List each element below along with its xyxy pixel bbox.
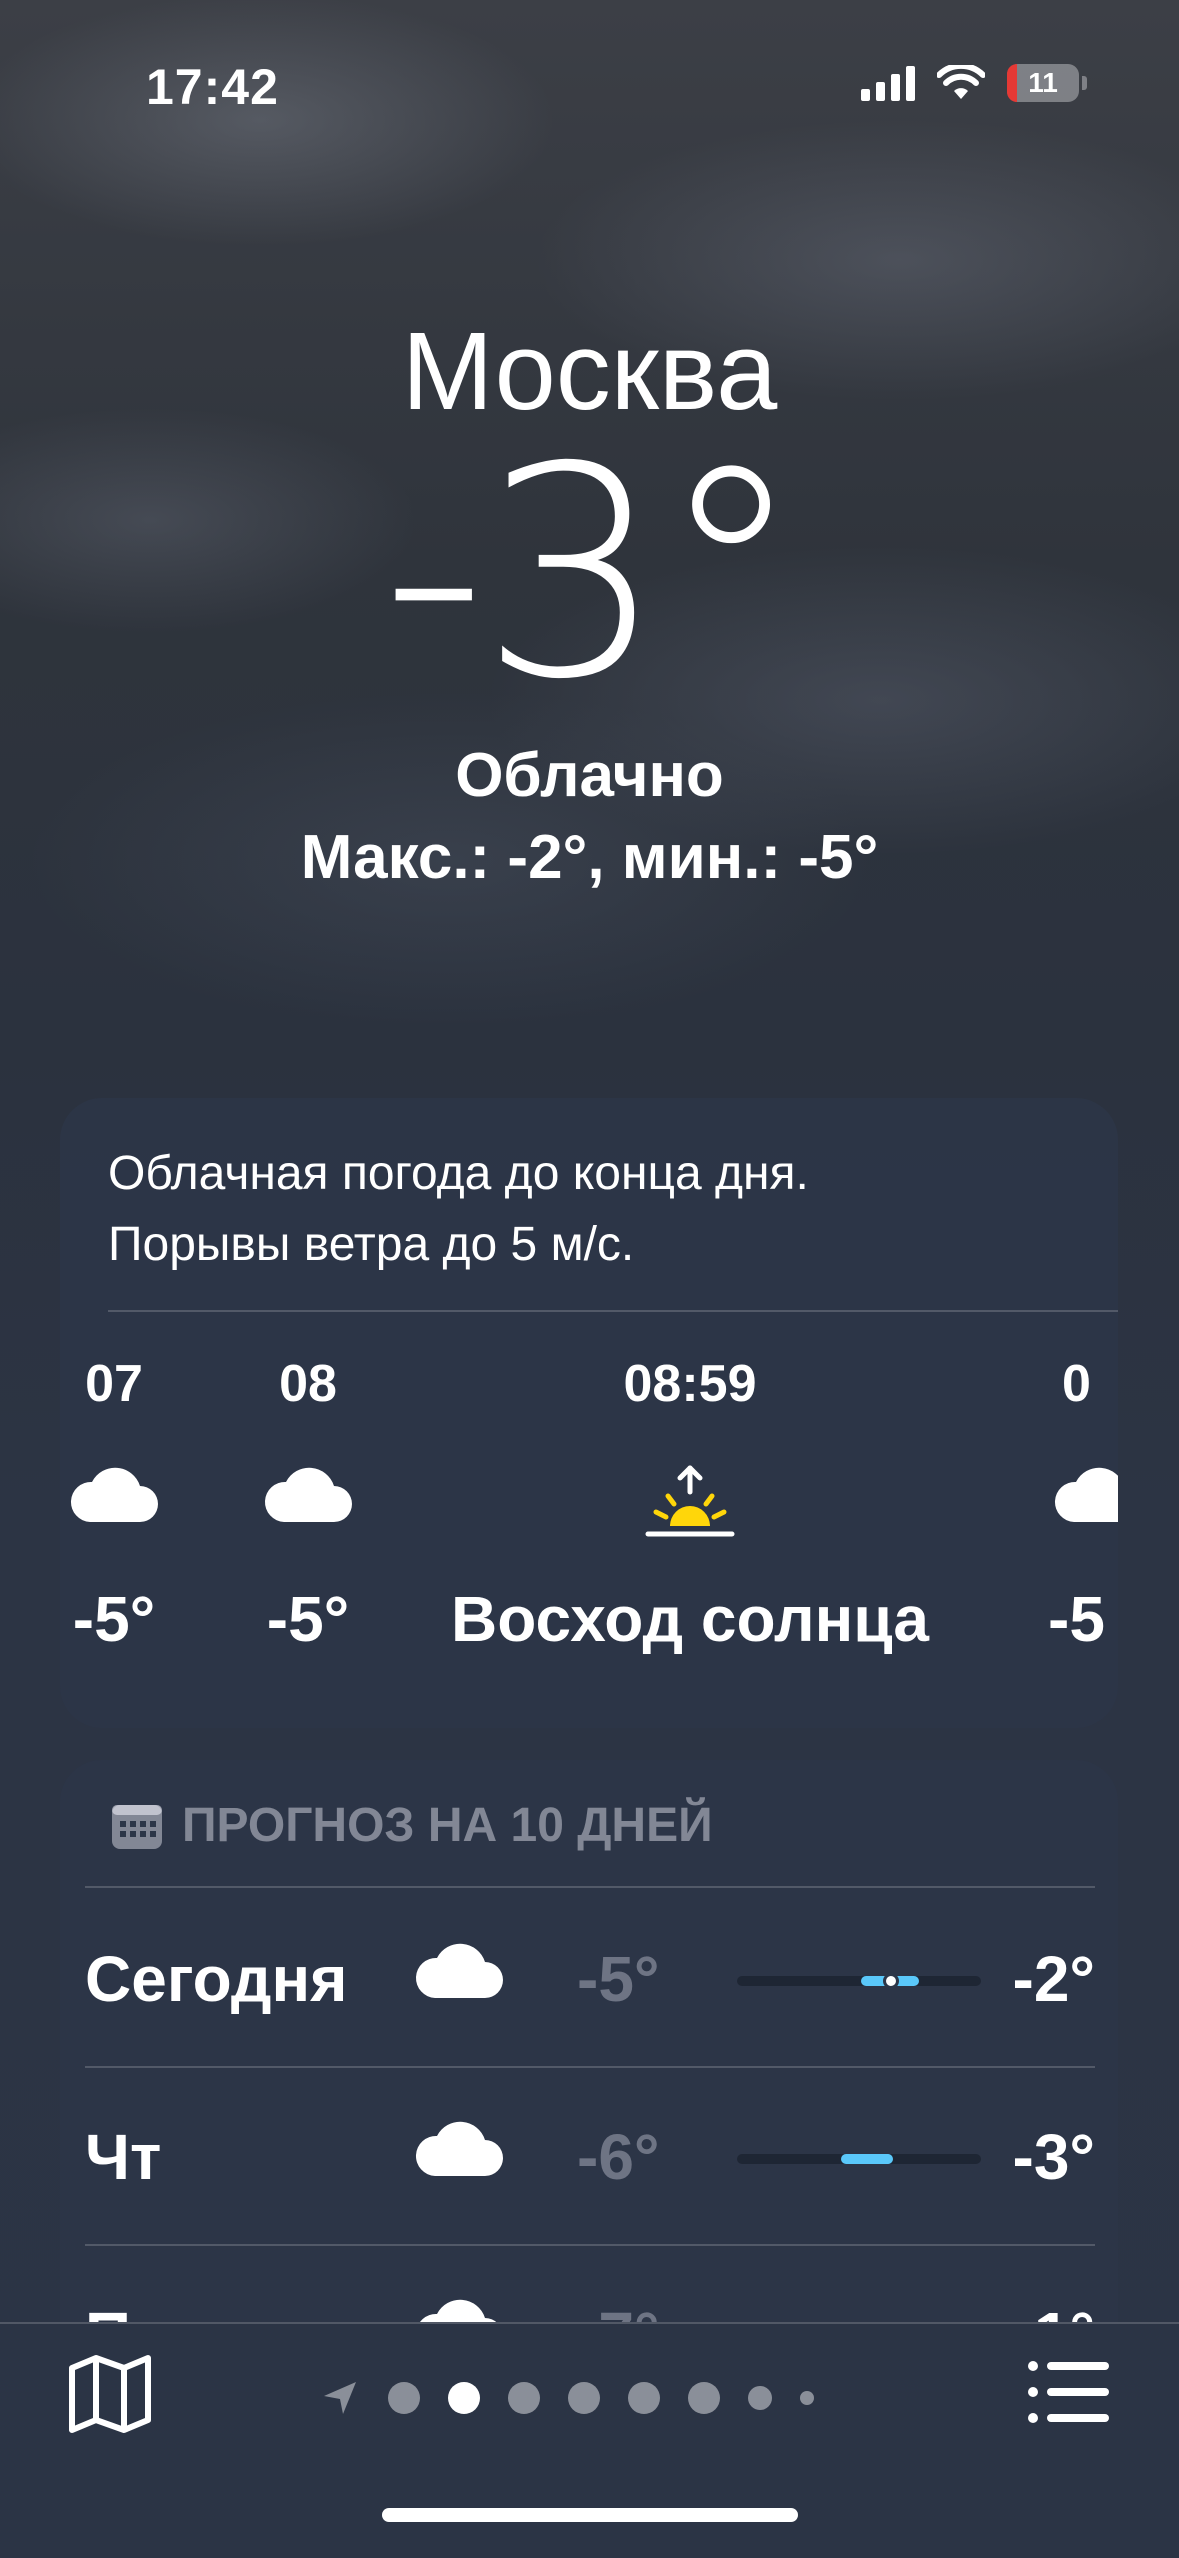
ten-day-header: ПРОГНОЗ НА 10 ДНЕЙ xyxy=(110,1798,713,1853)
day-name: Чт xyxy=(85,2121,162,2193)
page-dot[interactable] xyxy=(628,2382,660,2414)
day-name: Сегодня xyxy=(85,1943,348,2015)
status-icons: 11 xyxy=(861,64,1087,102)
list-icon xyxy=(1028,2361,1109,2423)
divider xyxy=(85,1886,1095,1888)
page-dot[interactable] xyxy=(508,2382,540,2414)
day-row-today[interactable]: Сегодня -5° -2° xyxy=(85,1890,1095,2066)
page-dot[interactable] xyxy=(688,2382,720,2414)
hour-time: 07 xyxy=(85,1355,143,1413)
page-dot[interactable] xyxy=(568,2382,600,2414)
high-temperature: -3° xyxy=(1012,2121,1096,2193)
page-dot[interactable] xyxy=(388,2382,420,2414)
current-condition: Облачно xyxy=(455,741,724,810)
high-low-temperature: Макс.: -2°, мин.: -5° xyxy=(300,823,879,892)
sunrise-time: 08:59 xyxy=(623,1355,757,1413)
summary-line: Порывы ветра до 5 м/с. xyxy=(108,1218,635,1271)
day-row[interactable]: Чт -6° -3° xyxy=(85,2068,1095,2244)
low-temperature: -5° xyxy=(577,1943,660,2015)
cloud-icon xyxy=(70,1467,158,1522)
hour-temperature: -5° xyxy=(72,1583,156,1655)
cellular-signal-icon xyxy=(861,65,915,101)
divider xyxy=(108,1310,1118,1312)
cloud-icon xyxy=(1054,1467,1118,1522)
temperature-range-bar xyxy=(737,1973,981,1989)
status-time: 17:42 xyxy=(146,59,279,115)
page-dot[interactable] xyxy=(748,2386,772,2410)
map-button[interactable] xyxy=(66,2354,154,2439)
page-dot-active[interactable] xyxy=(448,2382,480,2414)
battery-icon: 11 xyxy=(1007,64,1087,102)
battery-level: 11 xyxy=(1028,67,1058,98)
cloud-icon xyxy=(415,1943,503,1998)
page-dot[interactable] xyxy=(800,2391,814,2405)
current-temperature-dot xyxy=(883,1973,899,1989)
low-temperature: -6° xyxy=(577,2121,660,2193)
forecast-summary: Облачная погода до конца дня. Порывы вет… xyxy=(108,1138,809,1280)
summary-line: Облачная погода до конца дня. xyxy=(108,1147,809,1200)
high-temperature: -2° xyxy=(1012,1943,1096,2015)
map-icon xyxy=(69,2355,151,2433)
cloud-icon xyxy=(264,1467,352,1522)
hour-temperature: -5 xyxy=(1048,1583,1105,1655)
hourly-strip[interactable]: 07 -5° 08 -5° 08:59 Восход солнца 0 -5 xyxy=(60,1354,1118,1728)
wifi-icon xyxy=(937,65,985,99)
sunrise-icon xyxy=(645,1465,735,1537)
sunrise-label: Восход солнца xyxy=(451,1583,929,1655)
calendar-icon xyxy=(112,1804,162,1849)
cloud-icon xyxy=(415,2121,503,2176)
bottom-toolbar xyxy=(0,2322,1179,2558)
city-list-button[interactable] xyxy=(1027,2358,1111,2431)
page-indicator[interactable] xyxy=(320,2372,814,2424)
location-arrow-icon xyxy=(324,2382,356,2414)
temperature-range-bar xyxy=(737,2154,981,2164)
hour-time: 08 xyxy=(279,1355,337,1413)
home-indicator[interactable] xyxy=(382,2508,798,2522)
hourly-forecast-card[interactable]: Облачная погода до конца дня. Порывы вет… xyxy=(60,1098,1118,1728)
hour-temperature: -5° xyxy=(266,1583,350,1655)
hour-time: 0 xyxy=(1062,1355,1091,1413)
current-temperature: -3° xyxy=(381,406,803,743)
ten-day-title: ПРОГНОЗ НА 10 ДНЕЙ xyxy=(182,1799,713,1852)
temperature-range-fill xyxy=(841,2154,893,2164)
